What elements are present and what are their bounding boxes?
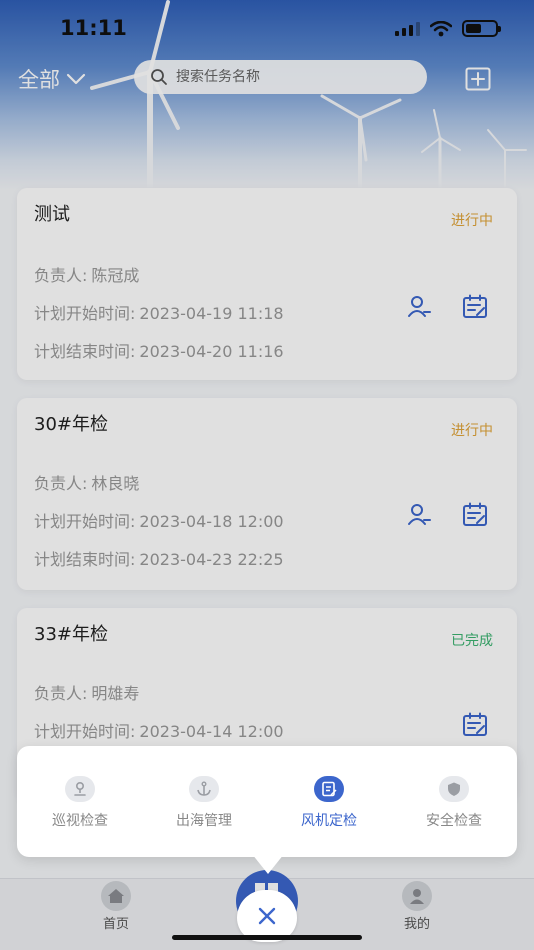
shield-icon [439,776,469,802]
patrol-icon [65,776,95,802]
popup-pointer [252,854,284,874]
quick-action-popup: 巡视检查 出海管理 风机定检 安全检查 [17,746,517,857]
menu-item-turbine-inspection[interactable]: 风机定检 [274,776,384,830]
home-indicator [172,935,362,940]
close-icon [258,907,276,925]
menu-item-sea-management[interactable]: 出海管理 [149,776,259,830]
anchor-icon [189,776,219,802]
menu-item-patrol[interactable]: 巡视检查 [25,776,135,830]
checklist-icon [314,776,344,802]
menu-item-label: 安全检查 [426,813,482,829]
menu-item-label: 出海管理 [176,813,232,829]
menu-item-safety-check[interactable]: 安全检查 [399,776,509,830]
menu-item-label: 巡视检查 [52,813,108,829]
menu-item-label: 风机定检 [301,813,357,829]
